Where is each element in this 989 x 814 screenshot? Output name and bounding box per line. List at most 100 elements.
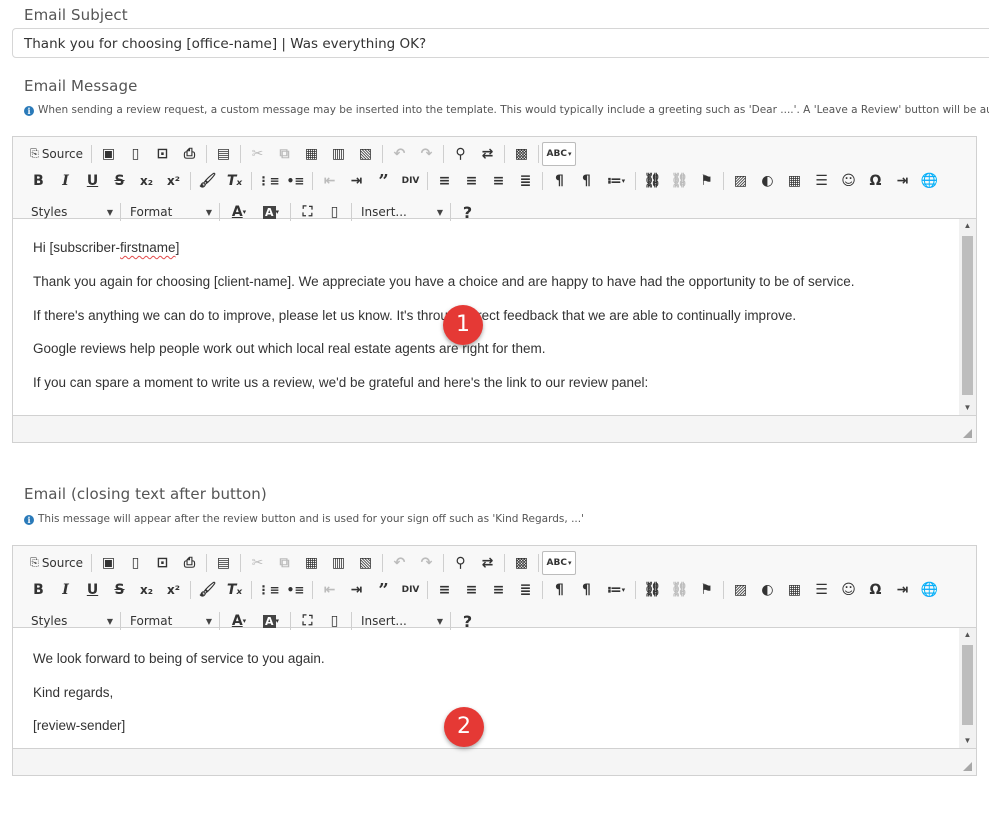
ltr-icon[interactable]: ¶ [546,578,573,602]
remove-format-icon[interactable]: Tₓ [221,578,248,602]
scroll-up-icon[interactable]: ▲ [959,219,976,233]
copy-icon[interactable]: ⧉ [271,551,298,575]
align-right-icon[interactable]: ≡ [485,169,512,193]
align-left-icon[interactable]: ≡ [431,169,458,193]
div-container-icon[interactable]: DIV [397,578,424,602]
paste-icon[interactable]: ▦ [298,551,325,575]
subscript-icon[interactable]: x₂ [133,169,160,193]
decrease-indent-icon[interactable]: ⇤ [316,578,343,602]
bold-icon[interactable]: B [25,578,52,602]
superscript-icon[interactable]: x² [160,578,187,602]
paste-word-icon[interactable]: ▧ [352,142,379,166]
image-icon[interactable]: ▨ [727,578,754,602]
paste-word-icon[interactable]: ▧ [352,551,379,575]
unlink-icon[interactable]: ⛓ [666,578,693,602]
preview-icon[interactable]: ⊡ [149,551,176,575]
page-break-icon[interactable]: ⇥ [889,169,916,193]
paste-text-icon[interactable]: ▥ [325,142,352,166]
print-icon[interactable]: ⎙ [176,142,203,166]
replace-icon[interactable]: ⇄ [474,551,501,575]
bulleted-list-icon[interactable]: •≡ [282,578,309,602]
iframe-icon[interactable]: 🌐 [916,578,943,602]
copy-format-icon[interactable]: 🖌 [194,169,221,193]
anchor-icon[interactable]: ⚑ [693,169,720,193]
find-icon[interactable]: ⚲ [447,551,474,575]
strikethrough-icon[interactable]: S [106,169,133,193]
rtl-icon[interactable]: ¶ [573,169,600,193]
smiley-icon[interactable]: ☺ [835,578,862,602]
horizontal-line-icon[interactable]: ☰ [808,169,835,193]
scroll-up-icon[interactable]: ▲ [959,628,976,642]
blockquote-icon[interactable]: ” [370,578,397,602]
copy-icon[interactable]: ⧉ [271,142,298,166]
paste-text-icon[interactable]: ▥ [325,551,352,575]
special-char-icon[interactable]: Ω [862,169,889,193]
source-button[interactable]: ⎘ Source [25,551,88,575]
email-message-content[interactable]: Hi [subscriber-firstname] Thank you agai… [13,219,976,415]
source-button[interactable]: ⎘ Source [25,142,88,166]
new-page-icon[interactable]: ▯ [122,142,149,166]
table-icon[interactable]: ▦ [781,578,808,602]
blockquote-icon[interactable]: ” [370,169,397,193]
page-break-icon[interactable]: ⇥ [889,578,916,602]
div-container-icon[interactable]: DIV [397,169,424,193]
closing-text-content[interactable]: We look forward to being of service to y… [13,628,976,748]
increase-indent-icon[interactable]: ⇥ [343,578,370,602]
new-page-icon[interactable]: ▯ [122,551,149,575]
resize-handle-icon[interactable] [963,762,972,771]
vertical-scrollbar[interactable]: ▲ ▼ [959,219,976,415]
align-left-icon[interactable]: ≡ [431,578,458,602]
bulleted-list-icon[interactable]: •≡ [282,169,309,193]
unlink-icon[interactable]: ⛓ [666,169,693,193]
undo-icon[interactable]: ↶ [386,551,413,575]
spellcheck-icon[interactable]: ABC ▾ [542,551,577,575]
save-icon[interactable]: ▣ [95,551,122,575]
find-icon[interactable]: ⚲ [447,142,474,166]
numbered-list-icon[interactable]: ⋮≡ [255,169,282,193]
link-icon[interactable]: ⛓ [639,578,666,602]
spellcheck-icon[interactable]: ABC ▾ [542,142,577,166]
special-char-icon[interactable]: Ω [862,578,889,602]
align-right-icon[interactable]: ≡ [485,578,512,602]
underline-icon[interactable]: U [79,578,106,602]
rtl-icon[interactable]: ¶ [573,578,600,602]
italic-icon[interactable]: I [52,578,79,602]
scroll-down-icon[interactable]: ▼ [959,734,976,748]
italic-icon[interactable]: I [52,169,79,193]
save-icon[interactable]: ▣ [95,142,122,166]
smiley-icon[interactable]: ☺ [835,169,862,193]
ltr-icon[interactable]: ¶ [546,169,573,193]
anchor-icon[interactable]: ⚑ [693,578,720,602]
cut-icon[interactable]: ✂ [244,551,271,575]
undo-icon[interactable]: ↶ [386,142,413,166]
remove-format-icon[interactable]: Tₓ [221,169,248,193]
language-icon[interactable]: ≔ ▾ [600,169,632,193]
cut-icon[interactable]: ✂ [244,142,271,166]
redo-icon[interactable]: ↷ [413,142,440,166]
language-icon[interactable]: ≔ ▾ [600,578,632,602]
copy-format-icon[interactable]: 🖌 [194,578,221,602]
select-all-icon[interactable]: ▩ [508,551,535,575]
image-icon[interactable]: ▨ [727,169,754,193]
bold-icon[interactable]: B [25,169,52,193]
vertical-scrollbar[interactable]: ▲ ▼ [959,628,976,748]
superscript-icon[interactable]: x² [160,169,187,193]
resize-handle-icon[interactable] [963,429,972,438]
scroll-down-icon[interactable]: ▼ [959,401,976,415]
select-all-icon[interactable]: ▩ [508,142,535,166]
flash-icon[interactable]: ◐ [754,578,781,602]
align-center-icon[interactable]: ≡ [458,169,485,193]
scrollbar-thumb[interactable] [962,236,973,395]
print-icon[interactable]: ⎙ [176,551,203,575]
underline-icon[interactable]: U [79,169,106,193]
templates-icon[interactable]: ▤ [210,142,237,166]
scrollbar-thumb[interactable] [962,645,973,725]
iframe-icon[interactable]: 🌐 [916,169,943,193]
increase-indent-icon[interactable]: ⇥ [343,169,370,193]
email-subject-input[interactable]: Thank you for choosing [office-name] | W… [12,28,989,58]
subscript-icon[interactable]: x₂ [133,578,160,602]
justify-icon[interactable]: ≣ [512,578,539,602]
paste-icon[interactable]: ▦ [298,142,325,166]
numbered-list-icon[interactable]: ⋮≡ [255,578,282,602]
table-icon[interactable]: ▦ [781,169,808,193]
